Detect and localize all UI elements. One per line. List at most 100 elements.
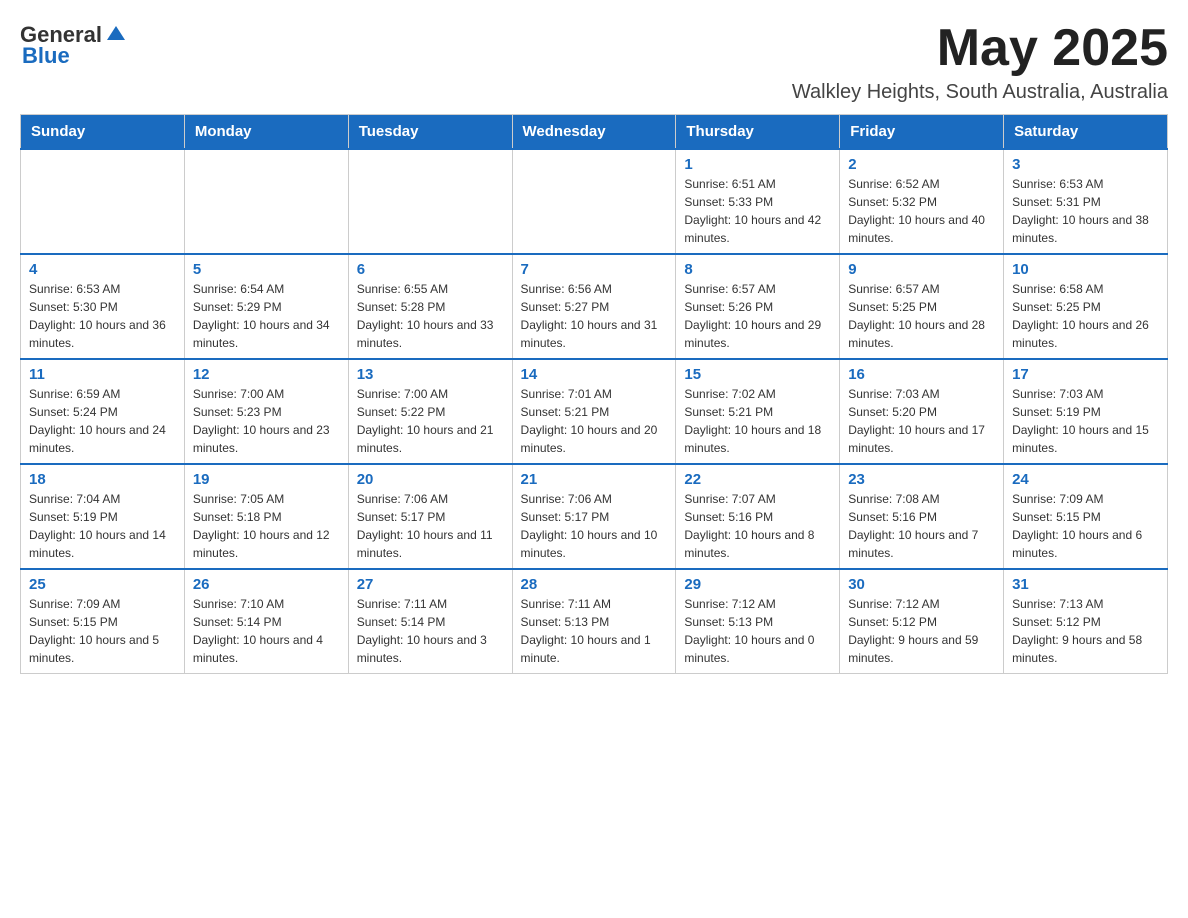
calendar-cell bbox=[184, 149, 348, 254]
calendar-cell: 18 Sunrise: 7:04 AMSunset: 5:19 PMDayligh… bbox=[21, 464, 185, 569]
day-info: Sunrise: 6:51 AMSunset: 5:33 PMDaylight:… bbox=[684, 175, 831, 247]
day-info: Sunrise: 7:12 AMSunset: 5:12 PMDaylight:… bbox=[848, 595, 995, 667]
day-info: Sunrise: 7:04 AMSunset: 5:19 PMDaylight:… bbox=[29, 490, 176, 562]
day-number: 25 bbox=[29, 576, 176, 593]
week-row-3: 11Sunrise: 6:59 AMSunset: 5:24 PMDayligh… bbox=[21, 359, 1168, 464]
day-info: Sunrise: 6:56 AMSunset: 5:27 PMDaylight:… bbox=[521, 280, 668, 352]
day-number: 22 bbox=[684, 471, 831, 488]
day-info: Sunrise: 6:52 AMSunset: 5:32 PMDaylight:… bbox=[848, 175, 995, 247]
calendar-cell: 5 Sunrise: 6:54 AMSunset: 5:29 PMDaylight… bbox=[184, 254, 348, 359]
calendar-cell: 12Sunrise: 7:00 AMSunset: 5:23 PMDayligh… bbox=[184, 359, 348, 464]
day-info: Sunrise: 7:05 AMSunset: 5:18 PMDaylight:… bbox=[193, 490, 340, 562]
day-number: 13 bbox=[357, 366, 504, 383]
calendar-cell bbox=[512, 149, 676, 254]
calendar-cell: 13 Sunrise: 7:00 AMSunset: 5:22 PMDayligh… bbox=[348, 359, 512, 464]
calendar-cell: 24 Sunrise: 7:09 AMSunset: 5:15 PMDayligh… bbox=[1004, 464, 1168, 569]
calendar-cell: 7 Sunrise: 6:56 AMSunset: 5:27 PMDaylight… bbox=[512, 254, 676, 359]
calendar-cell bbox=[21, 149, 185, 254]
calendar-cell: 16Sunrise: 7:03 AMSunset: 5:20 PMDayligh… bbox=[840, 359, 1004, 464]
week-row-1: 1 Sunrise: 6:51 AMSunset: 5:33 PMDaylight… bbox=[21, 149, 1168, 254]
col-friday: Friday bbox=[840, 115, 1004, 150]
calendar-cell: 15 Sunrise: 7:02 AMSunset: 5:21 PMDayligh… bbox=[676, 359, 840, 464]
location-subtitle: Walkley Heights, South Australia, Austra… bbox=[792, 81, 1168, 104]
day-number: 17 bbox=[1012, 366, 1159, 383]
day-number: 4 bbox=[29, 261, 176, 278]
day-info: Sunrise: 7:02 AMSunset: 5:21 PMDaylight:… bbox=[684, 385, 831, 457]
calendar-cell: 14Sunrise: 7:01 AMSunset: 5:21 PMDayligh… bbox=[512, 359, 676, 464]
week-row-4: 18 Sunrise: 7:04 AMSunset: 5:19 PMDayligh… bbox=[21, 464, 1168, 569]
day-number: 24 bbox=[1012, 471, 1159, 488]
day-number: 20 bbox=[357, 471, 504, 488]
day-info: Sunrise: 6:54 AMSunset: 5:29 PMDaylight:… bbox=[193, 280, 340, 352]
calendar-cell: 4 Sunrise: 6:53 AMSunset: 5:30 PMDaylight… bbox=[21, 254, 185, 359]
day-number: 3 bbox=[1012, 156, 1159, 173]
day-info: Sunrise: 7:00 AMSunset: 5:22 PMDaylight:… bbox=[357, 385, 504, 457]
calendar-cell: 11Sunrise: 6:59 AMSunset: 5:24 PMDayligh… bbox=[21, 359, 185, 464]
day-number: 30 bbox=[848, 576, 995, 593]
day-info: Sunrise: 6:58 AMSunset: 5:25 PMDaylight:… bbox=[1012, 280, 1159, 352]
day-number: 21 bbox=[521, 471, 668, 488]
week-row-2: 4 Sunrise: 6:53 AMSunset: 5:30 PMDaylight… bbox=[21, 254, 1168, 359]
calendar-cell: 28 Sunrise: 7:11 AMSunset: 5:13 PMDayligh… bbox=[512, 569, 676, 674]
day-info: Sunrise: 7:11 AMSunset: 5:13 PMDaylight:… bbox=[521, 595, 668, 667]
page-header: General Blue May 2025 Walkley Heights, S… bbox=[20, 20, 1168, 104]
day-info: Sunrise: 7:06 AMSunset: 5:17 PMDaylight:… bbox=[357, 490, 504, 562]
day-info: Sunrise: 7:11 AMSunset: 5:14 PMDaylight:… bbox=[357, 595, 504, 667]
day-info: Sunrise: 7:12 AMSunset: 5:13 PMDaylight:… bbox=[684, 595, 831, 667]
day-number: 26 bbox=[193, 576, 340, 593]
day-number: 19 bbox=[193, 471, 340, 488]
day-number: 5 bbox=[193, 261, 340, 278]
calendar-header-row: Sunday Monday Tuesday Wednesday Thursday… bbox=[21, 115, 1168, 150]
day-info: Sunrise: 7:10 AMSunset: 5:14 PMDaylight:… bbox=[193, 595, 340, 667]
day-info: Sunrise: 7:09 AMSunset: 5:15 PMDaylight:… bbox=[1012, 490, 1159, 562]
day-info: Sunrise: 6:53 AMSunset: 5:31 PMDaylight:… bbox=[1012, 175, 1159, 247]
week-row-5: 25 Sunrise: 7:09 AMSunset: 5:15 PMDayligh… bbox=[21, 569, 1168, 674]
day-info: Sunrise: 7:03 AMSunset: 5:19 PMDaylight:… bbox=[1012, 385, 1159, 457]
day-number: 1 bbox=[684, 156, 831, 173]
calendar-cell: 6 Sunrise: 6:55 AMSunset: 5:28 PMDaylight… bbox=[348, 254, 512, 359]
day-number: 27 bbox=[357, 576, 504, 593]
day-info: Sunrise: 7:08 AMSunset: 5:16 PMDaylight:… bbox=[848, 490, 995, 562]
calendar-cell: 3 Sunrise: 6:53 AMSunset: 5:31 PMDaylight… bbox=[1004, 149, 1168, 254]
day-number: 16 bbox=[848, 366, 995, 383]
day-info: Sunrise: 6:55 AMSunset: 5:28 PMDaylight:… bbox=[357, 280, 504, 352]
calendar-cell: 2 Sunrise: 6:52 AMSunset: 5:32 PMDaylight… bbox=[840, 149, 1004, 254]
day-number: 8 bbox=[684, 261, 831, 278]
col-saturday: Saturday bbox=[1004, 115, 1168, 150]
day-number: 23 bbox=[848, 471, 995, 488]
month-title: May 2025 bbox=[792, 20, 1168, 77]
calendar-cell: 10Sunrise: 6:58 AMSunset: 5:25 PMDayligh… bbox=[1004, 254, 1168, 359]
calendar-cell: 25 Sunrise: 7:09 AMSunset: 5:15 PMDayligh… bbox=[21, 569, 185, 674]
col-thursday: Thursday bbox=[676, 115, 840, 150]
calendar-cell: 21Sunrise: 7:06 AMSunset: 5:17 PMDayligh… bbox=[512, 464, 676, 569]
day-number: 2 bbox=[848, 156, 995, 173]
calendar-cell: 8 Sunrise: 6:57 AMSunset: 5:26 PMDaylight… bbox=[676, 254, 840, 359]
day-number: 6 bbox=[357, 261, 504, 278]
calendar-cell: 31Sunrise: 7:13 AMSunset: 5:12 PMDayligh… bbox=[1004, 569, 1168, 674]
day-number: 28 bbox=[521, 576, 668, 593]
day-info: Sunrise: 7:00 AMSunset: 5:23 PMDaylight:… bbox=[193, 385, 340, 457]
day-info: Sunrise: 6:57 AMSunset: 5:26 PMDaylight:… bbox=[684, 280, 831, 352]
col-tuesday: Tuesday bbox=[348, 115, 512, 150]
logo-triangle-icon bbox=[105, 22, 127, 44]
day-number: 14 bbox=[521, 366, 668, 383]
day-number: 11 bbox=[29, 366, 176, 383]
day-number: 7 bbox=[521, 261, 668, 278]
calendar-cell: 27 Sunrise: 7:11 AMSunset: 5:14 PMDayligh… bbox=[348, 569, 512, 674]
day-info: Sunrise: 7:09 AMSunset: 5:15 PMDaylight:… bbox=[29, 595, 176, 667]
day-info: Sunrise: 7:07 AMSunset: 5:16 PMDaylight:… bbox=[684, 490, 831, 562]
calendar-cell: 29 Sunrise: 7:12 AMSunset: 5:13 PMDayligh… bbox=[676, 569, 840, 674]
day-number: 18 bbox=[29, 471, 176, 488]
day-info: Sunrise: 6:53 AMSunset: 5:30 PMDaylight:… bbox=[29, 280, 176, 352]
calendar-cell: 20 Sunrise: 7:06 AMSunset: 5:17 PMDayligh… bbox=[348, 464, 512, 569]
calendar-cell: 1 Sunrise: 6:51 AMSunset: 5:33 PMDaylight… bbox=[676, 149, 840, 254]
logo: General Blue bbox=[20, 20, 127, 69]
col-wednesday: Wednesday bbox=[512, 115, 676, 150]
day-number: 29 bbox=[684, 576, 831, 593]
col-sunday: Sunday bbox=[21, 115, 185, 150]
day-number: 31 bbox=[1012, 576, 1159, 593]
title-area: May 2025 Walkley Heights, South Australi… bbox=[792, 20, 1168, 104]
day-number: 15 bbox=[684, 366, 831, 383]
calendar-cell: 19 Sunrise: 7:05 AMSunset: 5:18 PMDayligh… bbox=[184, 464, 348, 569]
calendar-cell: 9Sunrise: 6:57 AMSunset: 5:25 PMDaylight… bbox=[840, 254, 1004, 359]
